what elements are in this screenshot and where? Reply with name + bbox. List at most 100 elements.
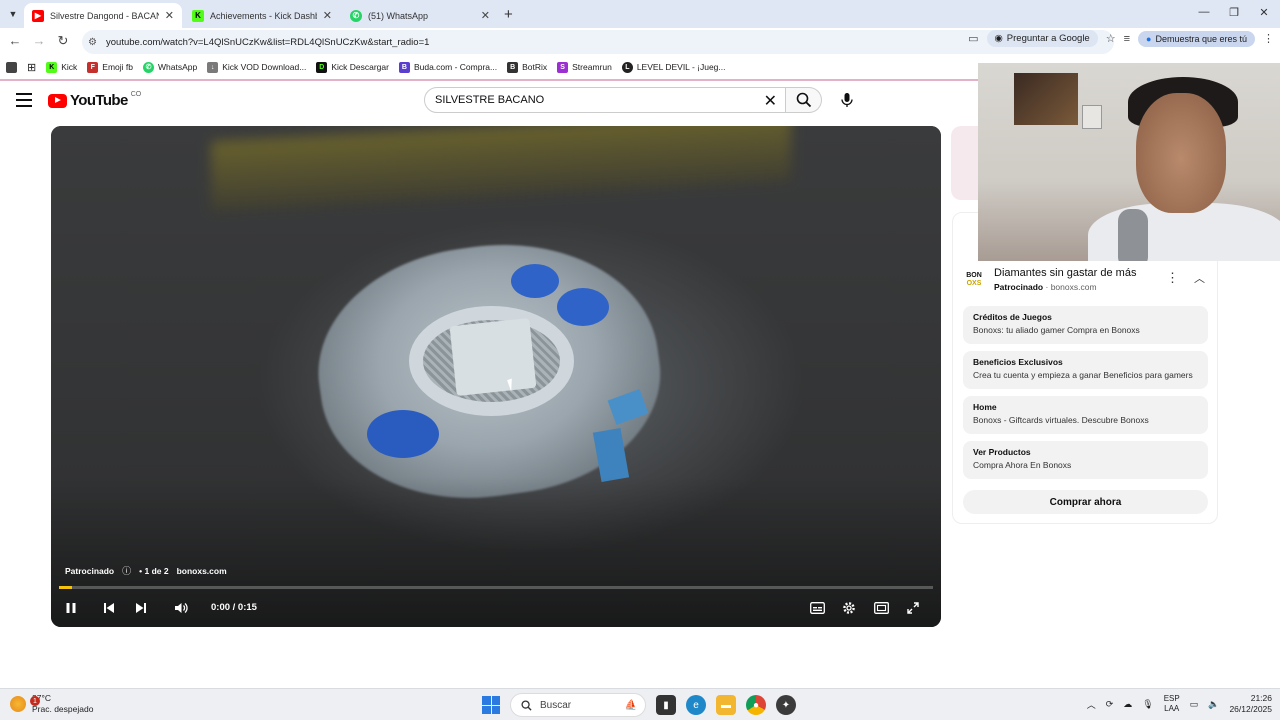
clear-search-icon[interactable]: ✕	[764, 91, 777, 111]
buda-icon: B	[398, 61, 410, 73]
sitelink-home[interactable]: Home Bonoxs - Giftcards virtuales. Descu…	[963, 396, 1208, 434]
cloud-icon[interactable]: ☁	[1123, 699, 1132, 710]
weather-widget[interactable]: 1 27°C Prac. despejado	[10, 693, 93, 715]
youtube-logo[interactable]: YouTube CO	[48, 91, 142, 109]
chrome-menu-icon[interactable]: ⋮	[1263, 32, 1274, 45]
sync-icon[interactable]: ⟳	[1106, 699, 1114, 710]
ad-domain-link[interactable]: bonoxs.com	[177, 566, 227, 576]
voice-search-button[interactable]	[834, 87, 860, 113]
logo-text-bottom: OXS	[966, 280, 982, 287]
next-icon	[136, 603, 146, 613]
language-indicator[interactable]: ESP LAA	[1164, 694, 1180, 714]
bookmark-kick[interactable]: K Kick	[46, 61, 77, 73]
logo-text-top: BON	[966, 272, 982, 279]
download-icon: ↓	[207, 61, 219, 73]
media-control-icon[interactable]: ≡	[1124, 33, 1130, 45]
edge-icon[interactable]: e	[686, 695, 706, 715]
sitelink-title: Ver Productos	[973, 447, 1031, 457]
subtitles-button[interactable]	[807, 598, 827, 618]
profile-pill[interactable]: ● Demuestra que eres tú	[1138, 30, 1255, 47]
more-options-icon[interactable]: ⋮	[1166, 270, 1179, 286]
url-text: youtube.com/watch?v=L4QlSnUCzKw&list=RDL…	[106, 36, 430, 48]
folder-icon[interactable]: ▬	[716, 695, 736, 715]
close-tab-icon[interactable]: ✕	[481, 9, 490, 22]
buy-now-button[interactable]: Comprar ahora	[963, 490, 1208, 514]
chevron-up-icon[interactable]: ︿	[1194, 270, 1205, 286]
country-code: CO	[130, 91, 142, 98]
windows-start-icon[interactable]	[482, 696, 500, 714]
tab-search-button[interactable]: ▼	[4, 5, 22, 23]
microphone-image	[1118, 209, 1148, 261]
maximize-button[interactable]: ❐	[1224, 6, 1244, 19]
bookmark-kick-vod[interactable]: ↓ Kick VOD Download...	[207, 61, 306, 73]
tab-youtube[interactable]: ▶ Silvestre Dangond - BACAN ✕	[24, 3, 182, 28]
back-button[interactable]: ←	[6, 33, 24, 48]
new-tab-button[interactable]: +	[504, 6, 513, 23]
close-window-button[interactable]: ✕	[1254, 6, 1274, 19]
google-lens-icon: ◉	[994, 33, 1003, 44]
progress-fill	[59, 586, 73, 589]
bookmark-star-icon[interactable]: ☆	[1106, 32, 1116, 45]
sidebar-toggle-icon[interactable]	[6, 61, 17, 73]
sitelink-creditos[interactable]: Créditos de Juegos Bonoxs: tu aliado gam…	[963, 306, 1208, 344]
reload-button[interactable]: ↻	[54, 33, 72, 49]
sitelink-desc: Crea tu cuenta y empieza a ganar Benefic…	[973, 370, 1193, 380]
minimize-button[interactable]: —	[1194, 6, 1214, 18]
speaker-icon[interactable]: 🔈	[1208, 699, 1219, 710]
ad-sponsored-label: Patrocinado	[994, 282, 1044, 292]
ad-sponsored-label: Patrocinado	[65, 565, 115, 576]
hamburger-menu-icon[interactable]	[16, 93, 32, 111]
fullscreen-button[interactable]	[903, 598, 923, 618]
bookmark-buda[interactable]: B Buda.com - Compra...	[398, 61, 497, 73]
sitelink-productos[interactable]: Ver Productos Compra Ahora En Bonoxs	[963, 441, 1208, 479]
next-button[interactable]	[131, 598, 151, 618]
subtitles-icon	[809, 602, 825, 614]
bookmark-level-devil[interactable]: L LEVEL DEVIL - ¡Jueg...	[621, 61, 726, 73]
ad-title[interactable]: Diamantes sin gastar de más	[994, 267, 1136, 279]
bookmark-streamrun[interactable]: S Streamrun	[557, 61, 612, 73]
site-info-icon[interactable]: ⚙	[88, 37, 102, 48]
profile-icon: ●	[1146, 33, 1152, 44]
chrome-icon[interactable]: ●	[746, 695, 766, 715]
ask-google-button[interactable]: ◉ Preguntar a Google	[986, 30, 1098, 47]
apps-icon[interactable]: ⊞	[27, 61, 36, 74]
address-bar[interactable]: ⚙ youtube.com/watch?v=L4QlSnUCzKw&list=R…	[82, 30, 1114, 54]
network-icon[interactable]: ▭	[1190, 699, 1199, 710]
tab-whatsapp[interactable]: ✆ (51) WhatsApp ✕	[342, 3, 498, 28]
volume-icon	[175, 603, 188, 613]
pause-button[interactable]	[61, 598, 81, 618]
file-manager-icon[interactable]: ▮	[656, 695, 676, 715]
player-controls: 0:00 / 0:15	[51, 596, 941, 620]
bookmark-botrix[interactable]: B BotRix	[507, 61, 547, 73]
settings-button[interactable]	[839, 598, 859, 618]
bookmark-emoji-fb[interactable]: F Emoji fb	[87, 61, 133, 73]
app-icon[interactable]: ✦	[776, 695, 796, 715]
weather-text: 27°C Prac. despejado	[32, 693, 93, 715]
forward-button[interactable]: →	[30, 33, 48, 48]
weather-desc: Prac. despejado	[32, 704, 94, 714]
close-tab-icon[interactable]: ✕	[165, 9, 174, 22]
bookmark-label: LEVEL DEVIL - ¡Jueg...	[636, 62, 726, 72]
cast-icon[interactable]: ▭	[968, 32, 978, 45]
bookmark-whatsapp[interactable]: ✆ WhatsApp	[143, 61, 197, 73]
search-input[interactable]: SILVESTRE BACANO ✕	[424, 87, 786, 113]
sitelink-beneficios[interactable]: Beneficios Exclusivos Crea tu cuenta y e…	[963, 351, 1208, 389]
clock[interactable]: 21:26 26/12/2025	[1229, 693, 1272, 715]
previous-button[interactable]	[99, 598, 119, 618]
bonoxs-logo: BON OXS	[963, 269, 985, 291]
sidebar-ad-header[interactable]: BON OXS Diamantes sin gastar de más Patr…	[962, 266, 1216, 296]
bookmark-kick-descargar[interactable]: D Kick Descargar	[316, 61, 389, 73]
chevron-up-icon[interactable]: ︿	[1087, 698, 1096, 711]
video-player[interactable]: Patrocinado ⓘ • 1 de 2 bonoxs.com 0:00 /…	[51, 126, 941, 627]
microphone-icon[interactable]: 🎙	[1142, 699, 1153, 710]
tab-kick-dashboard[interactable]: K Achievements - Kick Dashboard ✕	[184, 3, 340, 28]
taskbar-search[interactable]: Buscar ⛵	[510, 693, 646, 717]
ad-info-icon[interactable]: ⓘ	[122, 564, 131, 577]
progress-bar[interactable]	[59, 586, 933, 589]
youtube-icon: ▶	[32, 9, 44, 22]
theater-mode-button[interactable]	[871, 598, 891, 618]
emoji-fb-icon: F	[87, 61, 99, 73]
volume-button[interactable]	[171, 598, 191, 618]
close-tab-icon[interactable]: ✕	[323, 9, 332, 22]
search-button[interactable]	[786, 87, 822, 113]
